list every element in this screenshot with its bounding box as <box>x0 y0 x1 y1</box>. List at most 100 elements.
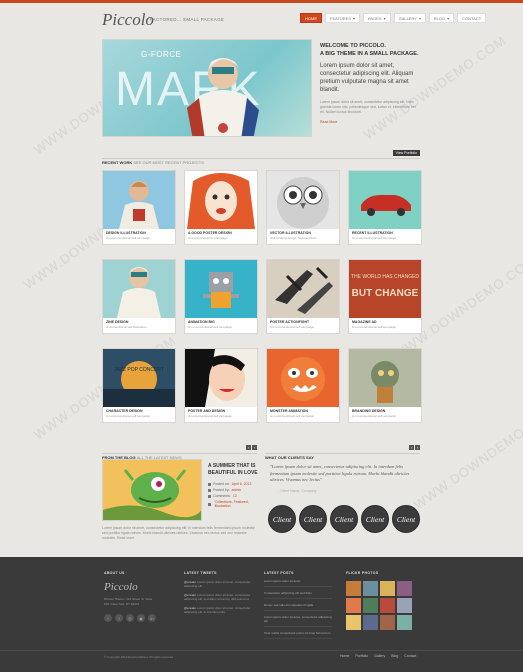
portfolio-item-subtitle: An unconventional self campaign <box>352 414 397 418</box>
flickr-photo[interactable] <box>380 581 395 596</box>
portfolio-item-title[interactable]: ZINE DESIGN <box>106 320 172 324</box>
portfolio-thumbnail[interactable] <box>267 349 339 407</box>
portfolio-thumbnail[interactable]: JAZZ POP CONCERT <box>103 349 175 407</box>
flickr-photo[interactable] <box>397 598 412 613</box>
portfolio-thumbnail[interactable] <box>103 171 175 229</box>
testimonial-prev-button[interactable]: ‹ <box>409 445 414 450</box>
portfolio-thumbnail[interactable] <box>267 171 339 229</box>
portfolio-item[interactable]: DESIGN ILLUSTRATION An unconventional sel… <box>102 170 176 245</box>
portfolio-item[interactable]: ANIMATION BIG An unconventional self camp… <box>184 259 258 334</box>
blog-next-button[interactable]: › <box>252 445 257 450</box>
portfolio-item-title[interactable]: MAGAZINE AD <box>352 320 418 324</box>
footer-post-link[interactable]: Lorem ipsum dolor sit amet, consectetur … <box>264 615 332 627</box>
nav-item-home[interactable]: HOME <box>300 13 322 23</box>
rss-icon[interactable]: ◉ <box>137 614 145 622</box>
flickr-photo-grid <box>346 581 412 630</box>
facebook-icon[interactable]: f <box>115 614 123 622</box>
flickr-photo[interactable] <box>363 598 378 613</box>
portfolio-item[interactable]: THE WORLD HAS CHANGED BUT CHANGE MAGAZINE… <box>348 259 422 334</box>
client-logo[interactable]: Client <box>392 505 420 533</box>
portfolio-thumbnail[interactable] <box>267 260 339 318</box>
portfolio-item[interactable]: A GOOD POSTER DESIGN Unconventional fox c… <box>184 170 258 245</box>
linkedin-icon[interactable]: in <box>148 614 156 622</box>
blog-post-excerpt: Lorem ipsum dolor sit amet, consectetur … <box>102 526 255 540</box>
nav-item-features[interactable]: FEATURES ▾ <box>325 13 361 23</box>
portfolio-item[interactable]: BRANDING DESIGN An unconventional self ca… <box>348 348 422 423</box>
nav-item-pages[interactable]: PAGES ▾ <box>363 13 391 23</box>
footer-nav-contact[interactable]: Contact <box>404 654 416 658</box>
portfolio-item-subtitle: An unconventional self campaign <box>270 414 315 418</box>
testimonials-title: WHAT OUR CLIENTS SAY <box>265 455 314 460</box>
portfolio-thumbnail[interactable] <box>185 349 257 407</box>
footer-nav-gallery[interactable]: Gallery <box>374 654 385 658</box>
footer-nav-home[interactable]: Home <box>340 654 349 658</box>
testimonial-author: - Client Name, Company <box>278 489 317 493</box>
site-logo[interactable]: Piccolo <box>102 10 154 30</box>
portfolio-item-title[interactable]: MONSTER ANIMATION <box>270 409 336 413</box>
portfolio-item[interactable]: POSTER ACTIONFIGHT An unconventional self… <box>266 259 340 334</box>
blog-post-title[interactable]: A SUMMER THAT IS BEAUTIFUL IN LOVE <box>208 463 258 477</box>
portfolio-item[interactable]: JAZZ POP CONCERT CHARACTER DESIGN An unco… <box>102 348 176 423</box>
client-logo[interactable]: Client <box>361 505 389 533</box>
portfolio-thumbnail[interactable] <box>185 260 257 318</box>
footer-nav-blog[interactable]: Blog <box>391 654 398 658</box>
portfolio-item-subtitle: An unconventional self campaign <box>188 414 233 418</box>
flickr-photo[interactable] <box>363 581 378 596</box>
portfolio-thumbnail[interactable] <box>185 171 257 229</box>
portfolio-item-title[interactable]: DESIGN ILLUSTRATION <box>106 231 172 235</box>
portfolio-item-title[interactable]: CHARACTER DESIGN <box>106 409 172 413</box>
flickr-photo[interactable] <box>346 581 361 596</box>
nav-item-blog[interactable]: BLOG ▾ <box>428 13 455 23</box>
footer-post-link[interactable]: Cras mattis consectetur purus sit amet f… <box>264 631 332 639</box>
hero-text-block: WELCOME TO PICCOLO. A BIG THEME IN A SMA… <box>320 42 420 124</box>
flickr-photo[interactable] <box>346 615 361 630</box>
portfolio-item-title[interactable]: VECTOR ILLUSTRATION <box>270 231 336 235</box>
portfolio-item[interactable]: ZINE DESIGN Unconventional self illustrat… <box>102 259 176 334</box>
footer-post-link[interactable]: Consectetur adipiscing elit sed diam <box>264 591 332 599</box>
nav-item-contact[interactable]: CONTACT <box>457 13 487 23</box>
client-logo[interactable]: Client <box>268 505 296 533</box>
flickr-photo[interactable] <box>346 598 361 613</box>
testimonial-next-button[interactable]: › <box>415 445 420 450</box>
footer-nav: Home Portfolio Gallery Blog Contact <box>340 654 416 658</box>
hero-slider-image[interactable]: G-FORCE MARK <box>102 39 312 137</box>
portfolio-thumbnail[interactable] <box>103 260 175 318</box>
view-portfolio-button[interactable]: View Portfolio <box>392 150 420 156</box>
hero-body: Lorem ipsum dolor sit amet, consectetur … <box>320 63 414 93</box>
portfolio-item-title[interactable]: POSTER ACTIONFIGHT <box>270 320 336 324</box>
testimonials-header: WHAT OUR CLIENTS SAY ‹ › <box>265 445 420 460</box>
portfolio-item[interactable]: MONSTER ANIMATION An unconventional self … <box>266 348 340 423</box>
portfolio-item-title[interactable]: POSTER AND DESIGN <box>188 409 254 413</box>
portfolio-thumbnail[interactable]: THE WORLD HAS CHANGED BUT CHANGE <box>349 260 421 318</box>
flickr-photo[interactable] <box>397 581 412 596</box>
site-tagline: FACTORED... SMALL PACKAGE <box>150 17 225 22</box>
top-accent-bar <box>0 0 523 3</box>
client-logo[interactable]: Client <box>299 505 327 533</box>
footer-post-link[interactable]: Donec sed odio dui vulputate fringilla <box>264 603 332 611</box>
flickr-photo[interactable] <box>363 615 378 630</box>
flickr-photo[interactable] <box>380 615 395 630</box>
portfolio-thumbnail[interactable] <box>349 349 421 407</box>
svg-text:JAZZ POP CONCERT: JAZZ POP CONCERT <box>114 367 164 373</box>
nav-item-gallery[interactable]: GALLERY ▾ <box>393 13 426 23</box>
portfolio-item-title[interactable]: BRANDING DESIGN <box>352 409 418 413</box>
portfolio-item-title[interactable]: RECENT ILLUSTRATION <box>352 231 418 235</box>
portfolio-item-title[interactable]: ANIMATION BIG <box>188 320 254 324</box>
portfolio-item[interactable]: RECENT ILLUSTRATION An unconventional sel… <box>348 170 422 245</box>
flickr-photo[interactable] <box>380 598 395 613</box>
client-logos: Client Client Client Client Client <box>268 505 420 533</box>
twitter-icon[interactable]: t <box>104 614 112 622</box>
portfolio-item[interactable]: VECTOR ILLUSTRATION Owl coloring design, … <box>266 170 340 245</box>
portfolio-thumbnail[interactable] <box>349 171 421 229</box>
hero-read-more-link[interactable]: Read More <box>320 120 420 124</box>
meta-icon <box>208 488 211 492</box>
blog-prev-button[interactable]: ‹ <box>246 445 251 450</box>
footer-post-link[interactable]: Lorem ipsum dolor sit amet <box>264 579 332 587</box>
blog-post-image[interactable] <box>102 459 202 521</box>
portfolio-item-title[interactable]: A GOOD POSTER DESIGN <box>188 231 254 235</box>
dribbble-icon[interactable]: ◎ <box>126 614 134 622</box>
footer-nav-portfolio[interactable]: Portfolio <box>355 654 368 658</box>
flickr-photo[interactable] <box>397 615 412 630</box>
portfolio-item[interactable]: POSTER AND DESIGN An unconventional self … <box>184 348 258 423</box>
client-logo[interactable]: Client <box>330 505 358 533</box>
